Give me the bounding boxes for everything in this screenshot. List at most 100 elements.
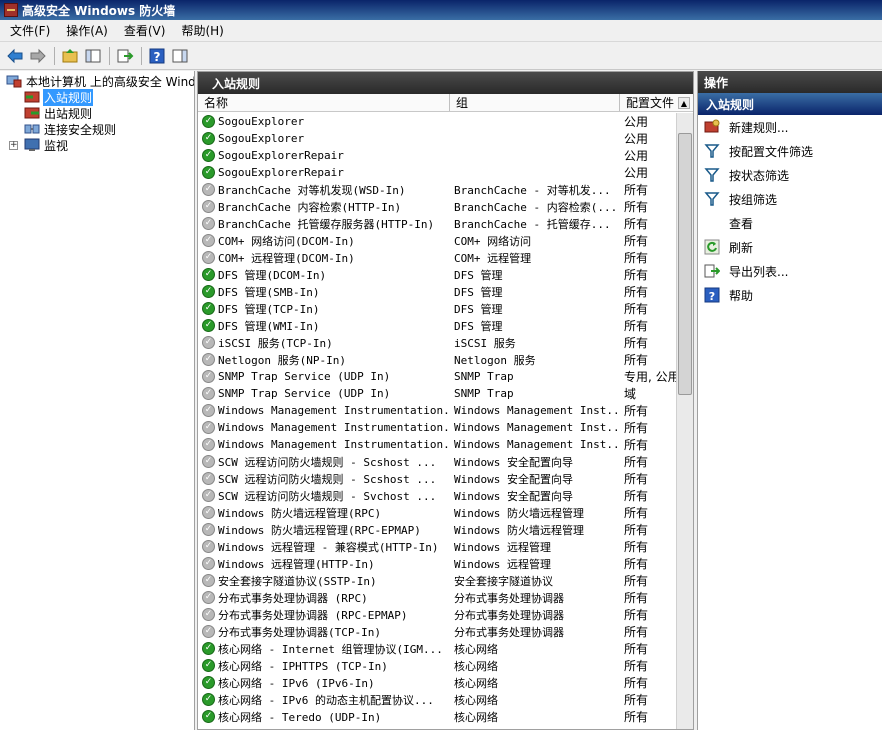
rule-row[interactable]: ✓ SNMP Trap Service (UDP In) SNMP Trap 域 bbox=[198, 385, 676, 402]
filter-by-group-action[interactable]: 按组筛选 bbox=[698, 187, 882, 211]
column-header-name[interactable]: 名称 bbox=[198, 94, 450, 111]
rule-profile: 所有 bbox=[624, 183, 649, 197]
view-action[interactable]: 查看 bbox=[698, 211, 882, 235]
tree-item-outbound-rules[interactable]: 出站规则 bbox=[0, 105, 194, 121]
rule-name-cell: ✓ Windows 防火墙远程管理(RPC) bbox=[198, 505, 450, 521]
rule-row[interactable]: ✓ DFS 管理(DCOM-In) DFS 管理 所有 bbox=[198, 266, 676, 283]
disabled-check-icon: ✓ bbox=[202, 404, 215, 417]
rule-name-cell: ✓ 分布式事务处理协调器 (RPC) bbox=[198, 590, 450, 606]
rule-name: COM+ 网络访问(DCOM-In) bbox=[218, 234, 355, 248]
filter-icon bbox=[704, 143, 720, 159]
rules-list-pane: 入站规则 名称 组 配置文件 ▲ ✓ SogouExplorer 公用 ✓ SogouE… bbox=[197, 71, 694, 730]
rule-row[interactable]: ✓ 安全套接字隧道协议(SSTP-In) 安全套接字隧道协议 所有 bbox=[198, 572, 676, 589]
rule-row[interactable]: ✓ Windows 远程管理(HTTP-In) Windows 远程管理 所有 bbox=[198, 555, 676, 572]
rule-row[interactable]: ✓ DFS 管理(SMB-In) DFS 管理 所有 bbox=[198, 283, 676, 300]
enabled-check-icon: ✓ bbox=[202, 710, 215, 723]
menu-file[interactable]: 文件(F) bbox=[4, 20, 56, 41]
rule-row[interactable]: ✓ SogouExplorerRepair 公用 bbox=[198, 164, 676, 181]
rule-row[interactable]: ✓ 核心网络 - IPv6 (IPv6-In) 核心网络 所有 bbox=[198, 674, 676, 691]
show-hide-action-pane-button[interactable] bbox=[169, 45, 191, 67]
show-hide-console-tree-button[interactable] bbox=[82, 45, 104, 67]
rule-row[interactable]: ✓ 分布式事务处理协调器(TCP-In) 分布式事务处理协调器 所有 bbox=[198, 623, 676, 640]
rule-row[interactable]: ✓ 核心网络 - Internet 组管理协议(IGM... 核心网络 所有 bbox=[198, 640, 676, 657]
rule-row[interactable]: ✓ Netlogon 服务(NP-In) Netlogon 服务 所有 bbox=[198, 351, 676, 368]
rule-name-cell: ✓ BranchCache 对等机发现(WSD-In) bbox=[198, 182, 450, 198]
rule-row[interactable]: ✓ SCW 远程访问防火墙规则 - Scshost ... Windows 安全配置… bbox=[198, 470, 676, 487]
rule-name: BranchCache 托管缓存服务器(HTTP-In) bbox=[218, 217, 435, 231]
rule-name: SCW 远程访问防火墙规则 - Svchost ... bbox=[218, 489, 437, 503]
rule-name: 核心网络 - IPv6 的动态主机配置协议... bbox=[218, 693, 434, 707]
rule-row[interactable]: ✓ Windows Management Instrumentation... Wi… bbox=[198, 436, 676, 453]
rule-row[interactable]: ✓ 分布式事务处理协调器 (RPC) 分布式事务处理协调器 所有 bbox=[198, 589, 676, 606]
rule-row[interactable]: ✓ SNMP Trap Service (UDP In) SNMP Trap 专用, … bbox=[198, 368, 676, 385]
rule-row[interactable]: ✓ BranchCache 对等机发现(WSD-In) BranchCache - … bbox=[198, 181, 676, 198]
help-action[interactable]: ? 帮助 bbox=[698, 283, 882, 307]
rule-row[interactable]: ✓ DFS 管理(TCP-In) DFS 管理 所有 bbox=[198, 300, 676, 317]
rule-row[interactable]: ✓ SogouExplorer 公用 bbox=[198, 113, 676, 130]
scroll-up-arrow-icon[interactable]: ▲ bbox=[678, 97, 690, 109]
rule-profile: 所有 bbox=[624, 200, 649, 214]
rule-row[interactable]: ✓ 核心网络 - Teredo (UDP-In) 核心网络 所有 bbox=[198, 708, 676, 725]
tree-item-monitoring[interactable]: + 监视 bbox=[0, 137, 194, 153]
rule-name-cell: ✓ SCW 远程访问防火墙规则 - Scshost ... bbox=[198, 454, 450, 470]
rule-row[interactable]: ✓ SogouExplorerRepair 公用 bbox=[198, 147, 676, 164]
rule-row[interactable]: ✓ iSCSI 服务(TCP-In) iSCSI 服务 所有 bbox=[198, 334, 676, 351]
rule-row[interactable]: ✓ Windows 远程管理 - 兼容模式(HTTP-In) Windows 远程管… bbox=[198, 538, 676, 555]
rule-profile: 所有 bbox=[624, 404, 649, 418]
menu-action[interactable]: 操作(A) bbox=[60, 20, 114, 41]
rule-group: BranchCache - 内容检索(... bbox=[454, 200, 618, 214]
refresh-action[interactable]: 刷新 bbox=[698, 235, 882, 259]
connection-security-icon bbox=[24, 122, 40, 136]
rule-row[interactable]: ✓ COM+ 远程管理(DCOM-In) COM+ 远程管理 所有 bbox=[198, 249, 676, 266]
rule-row[interactable]: ✓ 分布式事务处理协调器 (RPC-EPMAP) 分布式事务处理协调器 所有 bbox=[198, 606, 676, 623]
rule-name-cell: ✓ Windows Management Instrumentation... bbox=[198, 421, 450, 434]
rule-profile: 所有 bbox=[624, 285, 649, 299]
rule-group: BranchCache - 对等机发... bbox=[454, 183, 611, 197]
export-button[interactable] bbox=[114, 45, 136, 67]
firewall-computer-icon bbox=[6, 74, 22, 88]
rule-row[interactable]: ✓ SCW 远程访问防火墙规则 - Svchost ... Windows 安全配置… bbox=[198, 487, 676, 504]
rule-name: SCW 远程访问防火墙规则 - Scshost ... bbox=[218, 472, 437, 486]
rule-row[interactable]: ✓ Windows Management Instrumentation... Wi… bbox=[198, 419, 676, 436]
rule-row[interactable]: ✓ BranchCache 托管缓存服务器(HTTP-In) BranchCache… bbox=[198, 215, 676, 232]
help-button[interactable]: ? bbox=[146, 45, 168, 67]
rule-row[interactable]: ✓ COM+ 网络访问(DCOM-In) COM+ 网络访问 所有 bbox=[198, 232, 676, 249]
actions-section-inbound-rules[interactable]: 入站规则 bbox=[698, 93, 882, 115]
rule-name-cell: ✓ SogouExplorerRepair bbox=[198, 166, 450, 179]
export-list-action[interactable]: 导出列表... bbox=[698, 259, 882, 283]
filter-by-state-action[interactable]: 按状态筛选 bbox=[698, 163, 882, 187]
expand-icon[interactable]: + bbox=[9, 140, 18, 150]
rule-row[interactable]: ✓ 核心网络 - IPHTTPS (TCP-In) 核心网络 所有 bbox=[198, 657, 676, 674]
rule-row[interactable]: ✓ SogouExplorer 公用 bbox=[198, 130, 676, 147]
rule-row[interactable]: ✓ Windows 防火墙远程管理(RPC) Windows 防火墙远程管理 所有 bbox=[198, 504, 676, 521]
rule-row[interactable]: ✓ Windows Management Instrumentation... Wi… bbox=[198, 402, 676, 419]
column-header-profile[interactable]: 配置文件 bbox=[620, 94, 676, 111]
rule-name: 核心网络 - IPHTTPS (TCP-In) bbox=[218, 659, 388, 673]
tree-root[interactable]: 本地计算机 上的高级安全 Windows 防火墙 bbox=[0, 73, 194, 89]
new-rule-action[interactable]: 新建规则... bbox=[698, 115, 882, 139]
action-label: 查看 bbox=[729, 216, 754, 231]
rule-row[interactable]: ✓ SCW 远程访问防火墙规则 - Scshost ... Windows 安全配置… bbox=[198, 453, 676, 470]
menu-help[interactable]: 帮助(H) bbox=[175, 20, 229, 41]
tree-item-connection-security-rules[interactable]: 连接安全规则 bbox=[0, 121, 194, 137]
rule-row[interactable]: ✓ Windows 防火墙远程管理(RPC-EPMAP) Windows 防火墙远程… bbox=[198, 521, 676, 538]
tree-item-inbound-rules[interactable]: 入站规则 bbox=[0, 88, 194, 106]
rule-group: 分布式事务处理协调器 bbox=[454, 608, 564, 622]
filter-by-profile-action[interactable]: 按配置文件筛选 bbox=[698, 139, 882, 163]
back-button[interactable] bbox=[4, 45, 26, 67]
menu-view[interactable]: 查看(V) bbox=[118, 20, 172, 41]
vertical-scrollbar[interactable] bbox=[676, 113, 693, 729]
forward-button[interactable] bbox=[27, 45, 49, 67]
up-folder-button[interactable] bbox=[59, 45, 81, 67]
disabled-check-icon: ✓ bbox=[202, 183, 215, 196]
column-header-group[interactable]: 组 bbox=[450, 94, 620, 111]
rule-name-cell: ✓ SCW 远程访问防火墙规则 - Svchost ... bbox=[198, 488, 450, 504]
rule-name-cell: ✓ COM+ 网络访问(DCOM-In) bbox=[198, 233, 450, 249]
scrollbar-thumb[interactable] bbox=[678, 133, 692, 395]
rule-name: DFS 管理(TCP-In) bbox=[218, 302, 320, 316]
rule-row[interactable]: ✓ DFS 管理(WMI-In) DFS 管理 所有 bbox=[198, 317, 676, 334]
rule-name: 核心网络 - IPv6 (IPv6-In) bbox=[218, 676, 375, 690]
rule-row[interactable]: ✓ BranchCache 内容检索(HTTP-In) BranchCache - … bbox=[198, 198, 676, 215]
rule-row[interactable]: ✓ 核心网络 - IPv6 的动态主机配置协议... 核心网络 所有 bbox=[198, 691, 676, 708]
disabled-check-icon: ✓ bbox=[202, 557, 215, 570]
